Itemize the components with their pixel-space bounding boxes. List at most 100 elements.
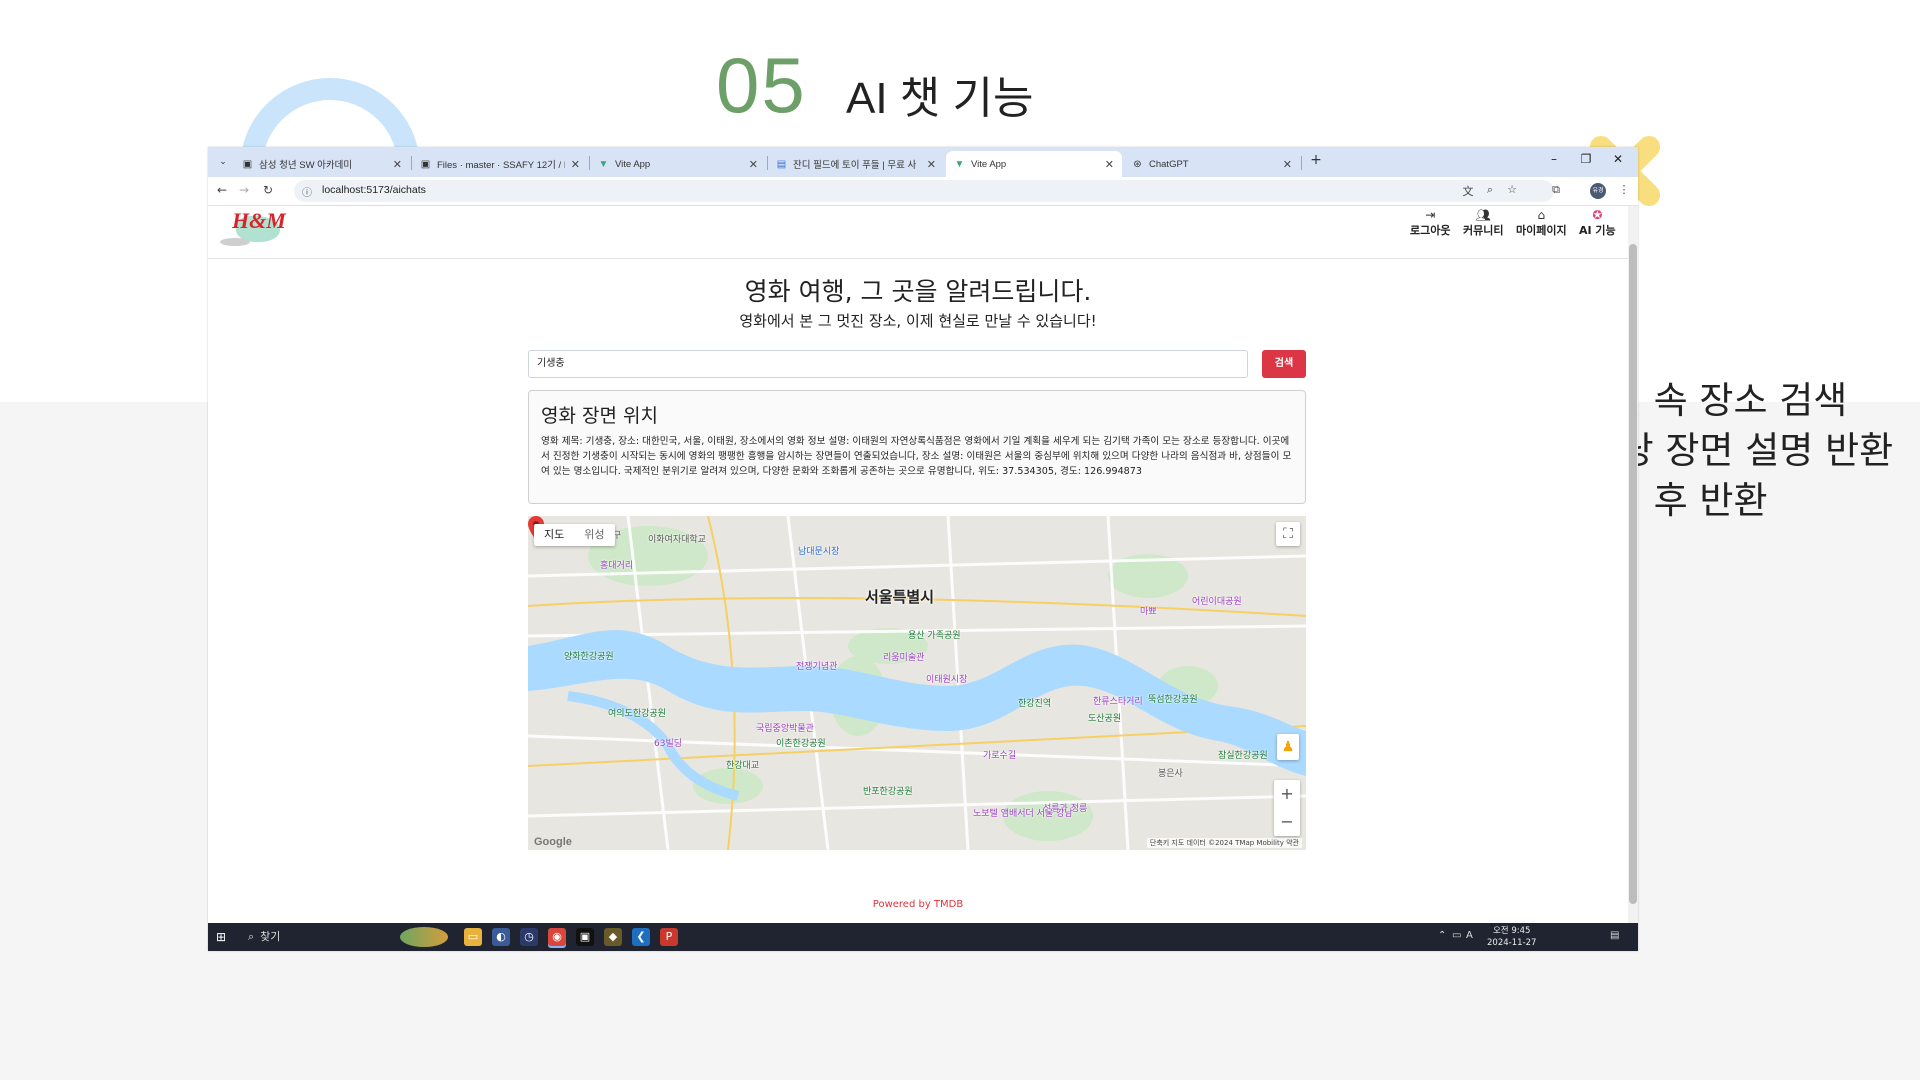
map-poi[interactable]: 도산공원	[1088, 711, 1121, 724]
tab-ssafy[interactable]: ▣ 삼성 청년 SW 아카데미 ✕	[234, 151, 410, 177]
pycharm-icon[interactable]: ▣	[576, 928, 594, 946]
map-poi[interactable]: 국립중앙박물관	[756, 721, 814, 734]
nav-ai[interactable]: ✪ AI 기능	[1579, 208, 1616, 238]
close-icon[interactable]: ✕	[1283, 158, 1292, 171]
map-type-map-button[interactable]: 지도	[534, 524, 574, 546]
reload-icon[interactable]: ↻	[260, 183, 276, 197]
map-poi[interactable]: 한강대교	[726, 758, 759, 771]
network-icon[interactable]: ▭	[1452, 930, 1461, 941]
translate-icon[interactable]: 文	[1460, 183, 1476, 199]
logo[interactable]: H&M	[220, 206, 286, 248]
logo-text: H&M	[232, 208, 286, 233]
map-poi[interactable]: 가로수길	[983, 748, 1016, 761]
map-poi[interactable]: 봉은사	[1158, 766, 1183, 779]
minimize-icon[interactable]: –	[1544, 152, 1564, 166]
map-poi[interactable]: 반포한강공원	[863, 784, 913, 797]
tab-label: Vite App	[615, 158, 651, 170]
map-poi[interactable]: 용산 가족공원	[908, 628, 961, 641]
nav-logout[interactable]: ⇥ 로그아웃	[1410, 208, 1450, 238]
address-bar[interactable]: ⓘ localhost:5173/aichats	[294, 180, 1554, 202]
close-icon[interactable]: ✕	[393, 158, 402, 171]
powerpoint-icon[interactable]: P	[660, 928, 678, 946]
logout-icon: ⇥	[1425, 208, 1436, 222]
ssafy-icon: ▣	[242, 158, 253, 170]
map-poi[interactable]: 잠실한강공원	[1218, 748, 1268, 761]
ime-indicator[interactable]: A	[1466, 930, 1473, 941]
movie-search-input[interactable]: 기생충	[528, 350, 1248, 378]
tab-vite-app-1[interactable]: ▼ Vite App ✕	[590, 151, 766, 177]
google-map[interactable]: 서울특별시 홍대거리 남대문시장 서대문구 이화여자대학교 마뾰 어린이대공원 …	[528, 516, 1306, 850]
result-title: 영화 장면 위치	[541, 405, 658, 427]
profile-avatar[interactable]: 유경	[1590, 183, 1606, 199]
map-poi[interactable]: 홍대거리	[600, 558, 633, 571]
tab-bar: ⌄ ▣ 삼성 청년 SW 아카데미 ✕ ▣ Files · master · S…	[208, 147, 1638, 177]
restore-icon[interactable]: ❐	[1576, 152, 1596, 166]
map-poi[interactable]: 여의도한강공원	[608, 706, 666, 719]
map-poi[interactable]: 전쟁기념관	[796, 659, 837, 672]
new-tab-button[interactable]: +	[1308, 152, 1324, 168]
windows-start-icon[interactable]: ⊞	[216, 930, 226, 944]
back-icon[interactable]: ←	[214, 183, 230, 197]
file-explorer-icon[interactable]: ▭	[464, 928, 482, 946]
map-type-satellite-button[interactable]: 위성	[574, 524, 614, 546]
nav-label: 커뮤니티	[1463, 224, 1504, 237]
community-icon: 👥︎	[1475, 208, 1491, 222]
taskbar-clock[interactable]: 오전 9:45 2024-11-27	[1487, 925, 1536, 949]
zoom-out-button[interactable]: −	[1274, 808, 1300, 836]
tab-label: Vite App	[971, 158, 1007, 170]
forward-icon[interactable]: →	[236, 183, 252, 197]
map-poi[interactable]: 이촌한강공원	[776, 736, 826, 749]
nav-community[interactable]: 👥︎ 커뮤니티	[1463, 208, 1503, 238]
vscode-icon[interactable]: ❮	[632, 928, 650, 946]
map-poi[interactable]: 양화한강공원	[564, 649, 614, 662]
map-attribution[interactable]: 단축키 지도 데이터 ©2024 TMap Mobility 약관	[1146, 838, 1302, 848]
map-poi[interactable]: 뚝섬한강공원	[1148, 692, 1198, 705]
tray-chevron-icon[interactable]: ⌃	[1438, 930, 1446, 941]
menu-kebab-icon[interactable]: ⋮	[1616, 183, 1632, 196]
hero-subtitle: 영화에서 본 그 멋진 장소, 이제 현실로 만날 수 있습니다!	[739, 312, 1097, 330]
map-poi[interactable]: 이태원시장	[926, 672, 967, 685]
tab-toy-poodle[interactable]: ▤ 잔디 필드에 토이 푸들 | 무료 사 ✕	[768, 151, 944, 177]
map-poi[interactable]: 노보텔 앰배서더 서울 강남	[973, 806, 1073, 819]
notification-icon[interactable]: ▤	[1610, 930, 1619, 941]
search-button[interactable]: 검색	[1262, 350, 1306, 378]
map-poi[interactable]: 남대문시장	[798, 544, 839, 557]
map-poi[interactable]: 63빌딩	[654, 736, 682, 749]
map-poi[interactable]: 어린이대공원	[1192, 594, 1242, 607]
close-icon[interactable]: ✕	[571, 158, 580, 171]
map-canvas[interactable]	[528, 516, 1306, 850]
tab-chatgpt[interactable]: ⊛ ChatGPT ✕	[1124, 151, 1300, 177]
street-view-pegman-icon[interactable]: ♟	[1277, 734, 1299, 760]
map-poi[interactable]: 한강진역	[1018, 696, 1051, 709]
hero-title: 영화 여행, 그 곳을 알려드립니다.	[744, 277, 1092, 306]
nav-mypage[interactable]: ⌂ 마이페이지	[1516, 208, 1567, 238]
close-icon[interactable]: ✕	[927, 158, 936, 171]
map-poi[interactable]: 리움미술관	[883, 650, 924, 663]
extensions-icon[interactable]: ⧉	[1548, 183, 1564, 197]
close-icon[interactable]: ✕	[1105, 158, 1114, 171]
zoom-icon[interactable]: ⌕	[1482, 183, 1498, 197]
site-info-icon[interactable]: ⓘ	[302, 184, 312, 199]
ai-icon: ✪	[1592, 208, 1603, 222]
tab-search-icon[interactable]: ⌄	[214, 153, 232, 171]
chrome-icon[interactable]: ◉	[548, 928, 566, 946]
powered-by-footer[interactable]: Powered by TMDB	[208, 899, 1628, 910]
map-poi[interactable]: 한류스타거리	[1093, 694, 1143, 707]
zoom-in-button[interactable]: +	[1274, 780, 1300, 808]
tab-gitlab[interactable]: ▣ Files · master · SSAFY 12기 / R ✕	[412, 151, 588, 177]
tab-vite-app-active[interactable]: ▼ Vite App ✕	[946, 151, 1122, 177]
close-icon[interactable]: ✕	[749, 158, 758, 171]
fullscreen-icon[interactable]: ⛶	[1276, 522, 1300, 546]
gitlab-icon: ▣	[420, 158, 431, 170]
map-poi[interactable]: 마뾰	[1140, 604, 1157, 617]
page-scrollbar[interactable]	[1628, 206, 1638, 923]
git-icon[interactable]: ◆	[604, 928, 622, 946]
map-poi[interactable]: 이화여자대학교	[648, 532, 706, 545]
app-icon[interactable]: ◷	[520, 928, 538, 946]
bookmark-star-icon[interactable]: ☆	[1504, 183, 1520, 196]
chatgpt-icon: ⊛	[1133, 158, 1142, 170]
taskbar-widget-icon[interactable]	[400, 927, 448, 947]
close-window-icon[interactable]: ✕	[1608, 152, 1628, 166]
scrollbar-thumb[interactable]	[1629, 244, 1637, 904]
app-icon[interactable]: ◐	[492, 928, 510, 946]
